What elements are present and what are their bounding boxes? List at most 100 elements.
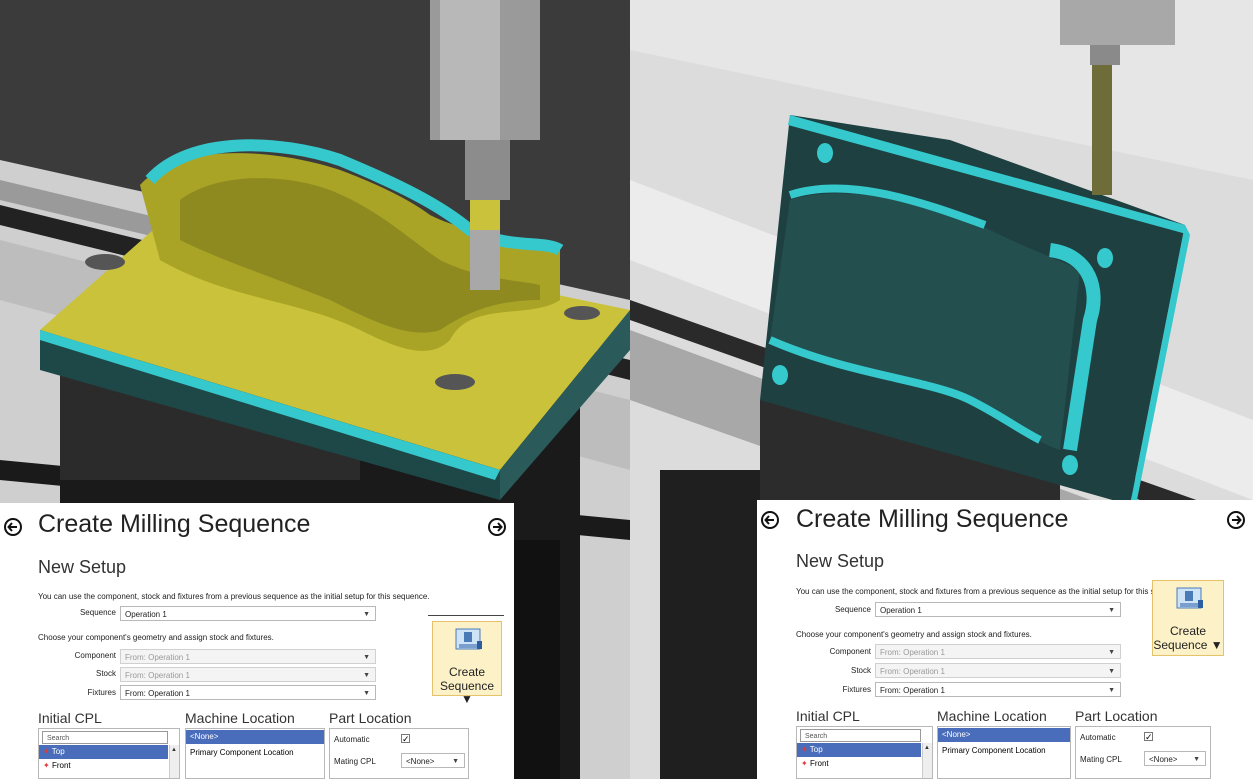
forward-button[interactable] [1227,511,1245,529]
stock-value: From: Operation 1 [125,671,190,680]
create-milling-sequence-panel-left: Create Milling Sequence New Setup You ca… [0,503,514,779]
forward-arrow-icon [493,522,503,532]
initial-cpl-heading: Initial CPL [38,710,102,726]
list-item[interactable]: ✦ Top [797,743,921,757]
create-sequence-button[interactable]: Create Sequence ▼ [432,621,502,706]
search-placeholder: Search [805,733,828,740]
stock-label: Stock [850,666,871,675]
fixtures-label: Fixtures [842,685,871,694]
sequence-label-btn: Sequence ▼ [1153,639,1223,652]
search-placeholder: Search [47,735,70,742]
fixtures-value: From: Operation 1 [880,686,945,695]
create-milling-sequence-panel-right: Create Milling Sequence New Setup You ca… [757,500,1253,779]
mating-cpl-select[interactable]: <None> ▼ [401,753,465,768]
dropdown-arrow-icon: ▼ [1108,687,1115,694]
part-location-heading: Part Location [329,710,412,726]
machine-icon [1176,587,1203,609]
list-item[interactable]: Primary Component Location [186,746,324,760]
list-item[interactable]: <None> [186,730,324,744]
stock-label: Stock [95,669,116,678]
component-label: Component [829,647,871,656]
list-item[interactable]: ✦ Front [39,759,168,773]
component-value: From: Operation 1 [880,648,945,657]
scroll-up-icon: ▲ [171,747,177,753]
part-location-box: Automatic ✓ Mating CPL <None> ▼ [329,728,469,779]
back-button[interactable] [4,518,22,536]
sequence-select[interactable]: Operation 1 ▼ [120,606,376,621]
dropdown-arrow-icon: ▼ [363,690,370,697]
component-select[interactable]: From: Operation 1 ▼ [875,644,1121,659]
stock-value: From: Operation 1 [880,667,945,676]
dropdown-arrow-icon: ▼ [1108,668,1115,675]
ml-item-label: Primary Component Location [942,746,1046,755]
dropdown-arrow-icon: ▼ [363,611,370,618]
component-label: Component [74,651,116,660]
sequence-value: Operation 1 [125,610,167,619]
automatic-label: Automatic [334,735,370,744]
create-sequence-text: Sequence [439,679,495,693]
part-location-box: Automatic ✓ Mating CPL <None> ▼ [1075,726,1211,779]
create-label: Create [448,665,486,679]
initial-cpl-heading: Initial CPL [796,708,860,724]
stock-select[interactable]: From: Operation 1 ▼ [875,663,1121,678]
component-select[interactable]: From: Operation 1 ▼ [120,649,376,664]
cpl-item-label: Front [51,761,71,770]
machine-location-list[interactable]: <None> Primary Component Location [937,726,1071,779]
dropdown-arrow-icon: ▼ [363,672,370,679]
initial-cpl-list[interactable]: Search ✦ Top ✦ Front ▲ [796,726,933,779]
machine-location-heading: Machine Location [185,710,295,726]
forward-arrow-icon [1232,515,1242,525]
divider [428,615,504,616]
mating-cpl-label: Mating CPL [334,757,376,766]
component-value: From: Operation 1 [125,653,190,662]
hint-geometry: Choose your component's geometry and ass… [796,630,1032,639]
create-label: Create [1169,624,1207,638]
machine-icon [455,628,482,650]
fixtures-label: Fixtures [87,688,116,697]
sequence-select[interactable]: Operation 1 ▼ [875,602,1121,617]
automatic-checkbox[interactable]: ✓ [401,734,410,744]
cpl-axis-icon: ✦ [801,759,810,768]
dropdown-arrow-icon: ▼ [1193,756,1200,763]
cpl-search-input[interactable]: Search [800,729,921,742]
cpl-item-label: Top [809,745,823,754]
machine-location-list[interactable]: <None> Primary Component Location [185,728,325,779]
dropdown-arrow-icon: ▼ [1108,649,1115,656]
sequence-label: Sequence [834,605,871,614]
list-item[interactable]: ✦ Front [797,757,921,771]
mating-cpl-value: <None> [406,757,435,766]
dropdown-arrow-icon: ▼ [363,654,370,661]
section-subtitle: New Setup [796,551,885,571]
fixtures-select[interactable]: From: Operation 1 ▼ [875,682,1121,697]
forward-button[interactable] [488,518,506,536]
cpl-axis-icon: ✦ [43,747,52,756]
mating-cpl-value: <None> [1149,755,1178,764]
ml-item-label: Primary Component Location [190,748,294,757]
fixtures-select[interactable]: From: Operation 1 ▼ [120,685,376,700]
list-item[interactable]: Primary Component Location [938,744,1070,758]
cpl-item-label: Front [809,759,829,768]
page-title: Create Milling Sequence [796,505,1069,533]
machine-location-heading: Machine Location [937,708,1047,724]
mating-cpl-select[interactable]: <None> ▼ [1144,751,1206,766]
back-arrow-icon [7,522,17,532]
page-title: Create Milling Sequence [38,510,311,538]
cpl-scrollbar[interactable]: ▲ [169,745,179,778]
hint-geometry: Choose your component's geometry and ass… [38,633,274,642]
initial-cpl-list[interactable]: Search ✦ Top ✦ Front ▲ [38,728,180,779]
sequence-label-btn: Sequence ▼ [433,680,501,706]
cpl-scrollbar[interactable]: ▲ [922,743,932,778]
list-item[interactable]: <None> [938,728,1070,742]
back-button[interactable] [761,511,779,529]
fixtures-value: From: Operation 1 [125,689,190,698]
hint-previous-sequence: You can use the component, stock and fix… [796,587,1164,596]
stock-select[interactable]: From: Operation 1 ▼ [120,667,376,682]
list-item[interactable]: ✦ Top [39,745,168,759]
cpl-search-input[interactable]: Search [42,731,168,744]
create-sequence-button[interactable]: Create Sequence ▼ [1152,580,1224,656]
automatic-checkbox[interactable]: ✓ [1144,732,1153,742]
create-sequence-text: Sequence [1153,638,1208,652]
cpl-axis-icon: ✦ [43,761,52,770]
ml-item-label: <None> [190,732,219,741]
dropdown-arrow-icon: ▼ [1207,638,1223,652]
